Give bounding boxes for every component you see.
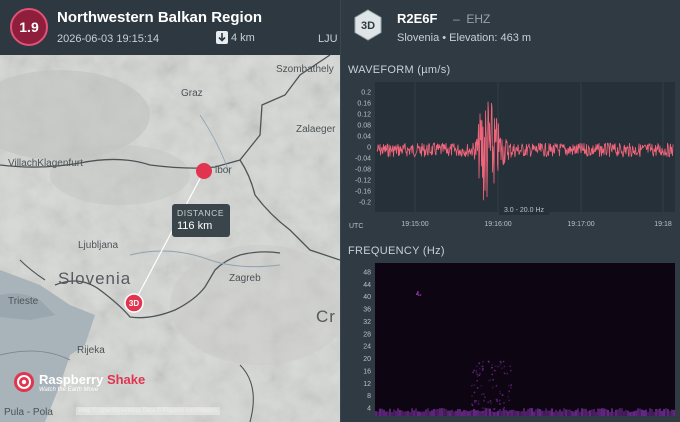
station-code: LJU bbox=[318, 33, 338, 45]
map-label-zagreb: Zagreb bbox=[229, 273, 261, 284]
waveform-y-tick: -0.12 bbox=[355, 178, 371, 185]
frequency-y-tick: 16 bbox=[363, 368, 371, 375]
station-channel: – EHZ bbox=[453, 12, 491, 26]
waveform-y-tick: -0.2 bbox=[359, 200, 371, 207]
frequency-y-tick: 20 bbox=[363, 356, 371, 363]
spectrogram-chart[interactable]: 48 44 40 36 32 28 24 20 16 12 8 4 bbox=[341, 260, 680, 422]
map-terrain: 3D bbox=[0, 55, 340, 422]
waveform-y-tick: -0.04 bbox=[355, 156, 371, 163]
station-marker-label: 3D bbox=[129, 299, 139, 308]
waveform-y-tick: 0 bbox=[367, 145, 371, 152]
raspberry-icon bbox=[14, 372, 34, 392]
waveform-title: WAVEFORM (µm/s) bbox=[348, 64, 451, 76]
timezone-label: UTC bbox=[349, 223, 363, 230]
map[interactable]: 3D Szombathely Graz Zalaeger VillachKlag… bbox=[0, 55, 340, 422]
brand-tagline: Watch the Earth Move bbox=[39, 386, 99, 393]
event-panel: 1.9 Northwestern Balkan Region 2026-06-0… bbox=[0, 0, 340, 422]
waveform-y-tick: 0.04 bbox=[357, 134, 371, 141]
map-label-slovenia: Slovenia bbox=[58, 269, 132, 288]
map-label-trieste: Trieste bbox=[8, 296, 39, 307]
waveform-x-tick: 19:17:00 bbox=[567, 221, 594, 228]
waveform-y-tick: 0.12 bbox=[357, 112, 371, 119]
map-label-zalaeger: Zalaeger bbox=[296, 124, 336, 135]
event-header: 1.9 Northwestern Balkan Region 2026-06-0… bbox=[0, 0, 340, 55]
waveform-x-tick: 19:18 bbox=[654, 221, 672, 228]
waveform-y-tick: 0.16 bbox=[357, 101, 371, 108]
raspberry-shake-logo[interactable]: Raspberry Shake Watch the Earth Move bbox=[13, 371, 145, 393]
event-depth: 4 km bbox=[216, 31, 255, 44]
frequency-y-tick: 28 bbox=[363, 331, 371, 338]
waveform-y-tick: 0.2 bbox=[361, 90, 371, 97]
frequency-y-tick: 24 bbox=[363, 344, 371, 351]
frequency-y-tick: 4 bbox=[367, 406, 371, 413]
map-label-graz: Graz bbox=[181, 88, 203, 99]
waveform-y-tick: 0.08 bbox=[357, 123, 371, 130]
station-location: Slovenia • Elevation: 463 m bbox=[397, 32, 532, 44]
station-name: R2E6F bbox=[397, 11, 438, 26]
brand-name: Raspberry Shake bbox=[39, 371, 146, 387]
map-label-rijeka: Rijeka bbox=[77, 345, 105, 356]
waveform-chart[interactable]: 0.2 0.16 0.12 0.08 0.04 0 -0.04 -0.08 -0.12 -0.16… bbox=[341, 80, 680, 235]
waveform-x-tick: 19:16:00 bbox=[484, 221, 511, 228]
event-region-title: Northwestern Balkan Region bbox=[57, 9, 263, 26]
station-panel: 3D R2E6F – EHZ Slovenia • Elevation: 463… bbox=[340, 0, 680, 422]
distance-tooltip: DISTANCE 116 km bbox=[172, 204, 230, 237]
map-label-pula: Pula - Pola bbox=[4, 407, 53, 418]
map-label-villach-klagenfurt: VillachKlagenfurt bbox=[8, 158, 83, 169]
waveform-y-tick: -0.08 bbox=[355, 167, 371, 174]
frequency-y-tick: 8 bbox=[367, 393, 371, 400]
svg-text:3D: 3D bbox=[361, 20, 375, 32]
event-datetime: 2026-06-03 19:15:14 bbox=[57, 33, 160, 45]
frequency-y-tick: 48 bbox=[363, 270, 371, 277]
frequency-y-tick: 32 bbox=[363, 319, 371, 326]
map-label-ljubljana: Ljubljana bbox=[78, 240, 119, 251]
distance-value: 116 km bbox=[177, 220, 213, 232]
frequency-y-tick: 12 bbox=[363, 381, 371, 388]
filter-label: 3.0 - 20.0 Hz bbox=[504, 207, 545, 214]
magnitude-badge: 1.9 bbox=[10, 8, 48, 46]
frequency-y-tick: 36 bbox=[363, 307, 371, 314]
frequency-title: FREQUENCY (Hz) bbox=[348, 245, 445, 257]
frequency-y-tick: 40 bbox=[363, 294, 371, 301]
map-label-szombathely: Szombathely bbox=[276, 64, 334, 75]
map-label-croatia: Cr bbox=[316, 307, 336, 326]
arrow-down-icon bbox=[216, 31, 228, 44]
waveform-y-tick: -0.16 bbox=[355, 189, 371, 196]
depth-value: 4 km bbox=[231, 31, 255, 44]
epicenter-marker bbox=[196, 163, 212, 179]
distance-label: DISTANCE bbox=[177, 208, 225, 218]
waveform-x-tick: 19:15:00 bbox=[401, 221, 428, 228]
map-attribution[interactable]: Map © OpenStreetMap Data © Mapbox contri… bbox=[76, 407, 221, 415]
map-label-maribor: ibor bbox=[215, 165, 232, 176]
frequency-y-tick: 44 bbox=[363, 282, 371, 289]
station-badge: 3D bbox=[354, 9, 382, 41]
